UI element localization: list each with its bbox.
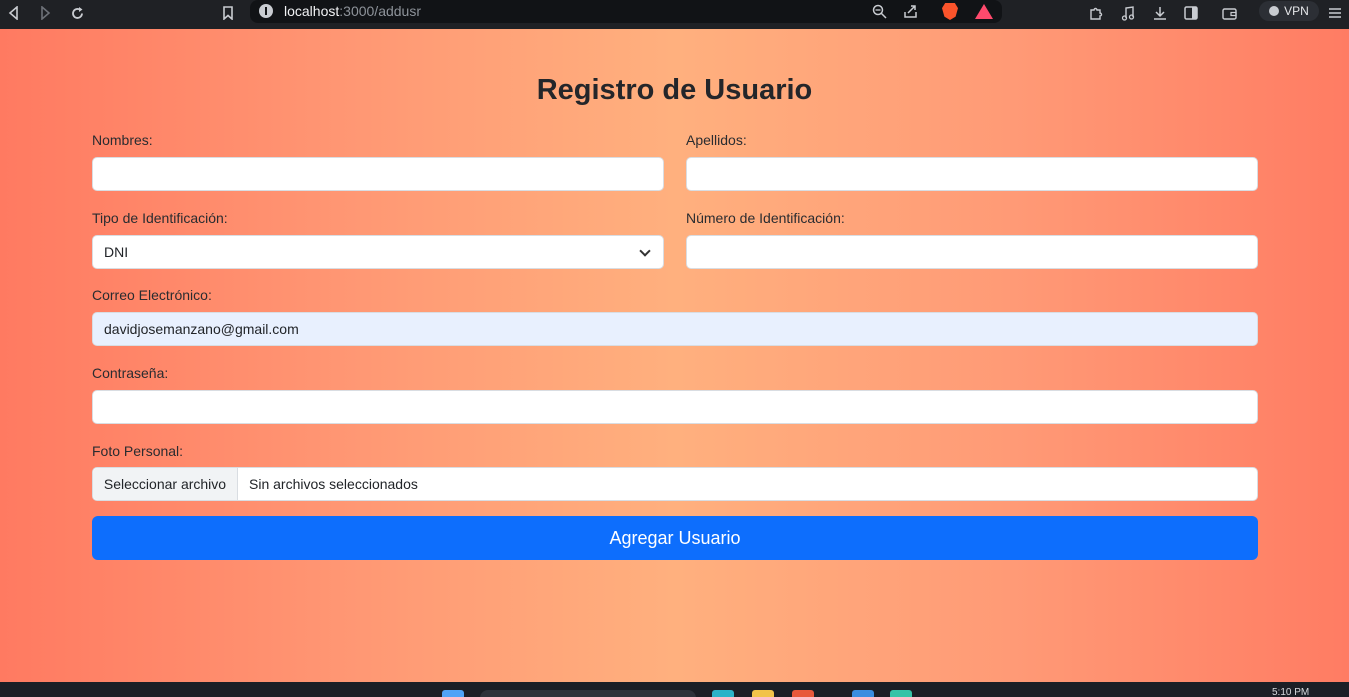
brave-rewards-icon[interactable] <box>975 4 993 19</box>
contrasena-input[interactable] <box>92 390 1258 424</box>
tipo-identificacion-select[interactable]: DNI <box>92 235 664 269</box>
share-icon[interactable] <box>900 2 920 20</box>
vpn-status-icon <box>1269 6 1280 16</box>
nombres-input[interactable] <box>92 157 664 191</box>
os-taskbar: 5:10 PM <box>0 682 1349 697</box>
back-arrow-icon[interactable] <box>2 2 26 24</box>
chevron-down-icon <box>639 245 651 257</box>
vpn-button[interactable]: VPN <box>1259 1 1319 21</box>
foto-label: Foto Personal: <box>92 443 184 459</box>
vpn-label: VPN <box>1284 4 1309 18</box>
url-text[interactable]: localhost:3000/addusr <box>284 3 421 19</box>
foto-file-input[interactable]: Seleccionar archivo Sin archivos selecci… <box>92 467 1258 501</box>
editor-app-icon[interactable] <box>852 690 874 697</box>
correo-value: davidjosemanzano@gmail.com <box>104 321 299 337</box>
numero-identificacion-input[interactable] <box>686 235 1258 269</box>
contrasena-label: Contraseña: <box>92 365 169 381</box>
taskbar-clock: 5:10 PM <box>1272 687 1310 697</box>
forward-arrow-icon[interactable] <box>33 2 57 24</box>
site-info-icon[interactable] <box>259 4 273 18</box>
extensions-icon[interactable] <box>1083 2 1107 24</box>
bookmark-icon[interactable] <box>216 2 240 24</box>
page-content: Registro de Usuario Nombres: Apellidos: … <box>0 29 1349 682</box>
apellidos-label: Apellidos: <box>686 132 747 148</box>
media-icon[interactable] <box>1116 2 1140 24</box>
nombres-label: Nombres: <box>92 132 153 148</box>
select-file-button[interactable]: Seleccionar archivo <box>93 468 238 500</box>
tipo-identificacion-label: Tipo de Identificación: <box>92 210 228 226</box>
terminal-app-icon[interactable] <box>890 690 912 697</box>
add-user-button[interactable]: Agregar Usuario <box>92 516 1258 560</box>
download-icon[interactable] <box>1148 2 1172 24</box>
numero-identificacion-label: Número de Identificación: <box>686 210 845 226</box>
folder-icon[interactable] <box>752 690 774 697</box>
correo-input[interactable]: davidjosemanzano@gmail.com <box>92 312 1258 346</box>
reload-icon[interactable] <box>65 2 89 24</box>
correo-label: Correo Electrónico: <box>92 287 212 303</box>
page-title: Registro de Usuario <box>536 74 813 106</box>
wallet-icon[interactable] <box>1217 2 1241 24</box>
menu-icon[interactable] <box>1323 2 1347 24</box>
windows-start-icon[interactable] <box>442 690 464 697</box>
address-bar[interactable]: localhost:3000/addusr <box>250 0 1002 23</box>
zoom-icon[interactable] <box>869 2 889 20</box>
file-status-text: Sin archivos seleccionados <box>249 476 418 492</box>
apellidos-input[interactable] <box>686 157 1258 191</box>
sidebar-icon[interactable] <box>1179 2 1203 24</box>
app-icon[interactable] <box>712 690 734 697</box>
browser-toolbar: localhost:3000/addusr VPN <box>0 0 1349 29</box>
browser-app-icon[interactable] <box>792 690 814 697</box>
tipo-identificacion-value: DNI <box>104 244 129 260</box>
taskbar-search[interactable] <box>480 690 696 697</box>
